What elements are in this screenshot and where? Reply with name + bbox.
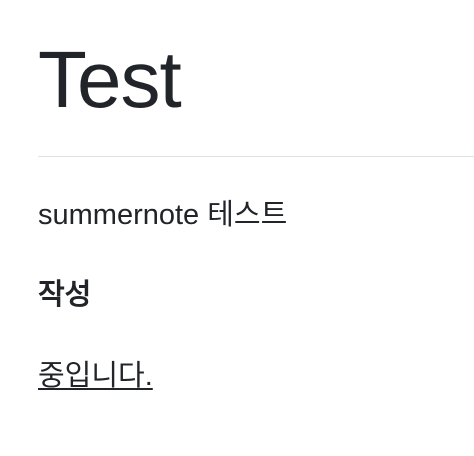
paragraph-bold: 작성 [38,279,92,311]
page-title: Test [38,35,182,124]
divider [38,156,474,157]
paragraph-plain: summernote 테스트 [38,199,288,231]
document-body: Test summernote 테스트 작성 중입니다. [38,0,474,456]
paragraph-underlined: 중입니다. [38,360,153,392]
